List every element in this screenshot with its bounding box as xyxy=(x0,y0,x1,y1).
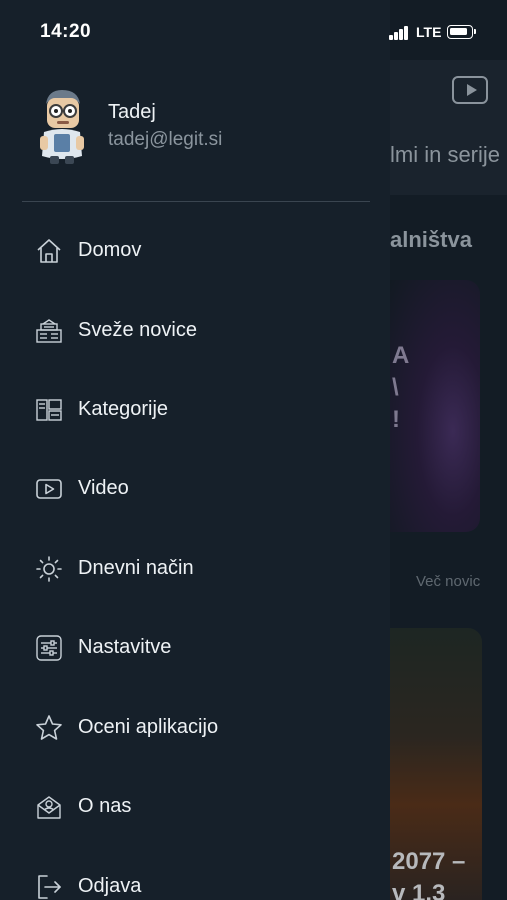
navigation-drawer: Tadej tadej@legit.si Domov Sveže novice … xyxy=(0,0,390,900)
sun-icon xyxy=(34,554,64,584)
menu-item-kategorije[interactable]: Kategorije xyxy=(0,371,390,447)
menu-item-oceni-aplikacijo[interactable]: Oceni aplikacijo xyxy=(0,689,390,765)
status-time: 14:20 xyxy=(40,21,92,42)
menu-item-odjava[interactable]: Odjava xyxy=(0,848,390,900)
star-icon xyxy=(34,713,64,743)
menu-item-label: Nastavitve xyxy=(78,636,172,658)
video-icon xyxy=(34,474,64,504)
background-header-text: lmi in serije xyxy=(390,142,501,167)
settings-sliders-icon xyxy=(34,633,64,663)
profile-email: tadej@legit.si xyxy=(108,129,223,150)
signal-icon xyxy=(389,26,409,40)
more-news-link[interactable]: Več novic xyxy=(416,573,480,590)
menu-item-label: Oceni aplikacijo xyxy=(78,716,219,738)
status-bar: 14:20 LTE xyxy=(0,0,507,60)
menu-item-label: Kategorije xyxy=(78,398,169,420)
logout-icon xyxy=(34,872,64,900)
about-mail-icon xyxy=(34,792,64,822)
divider xyxy=(22,201,370,202)
menu-item-video[interactable]: Video xyxy=(0,450,390,526)
categories-icon xyxy=(34,395,64,425)
menu-item-label: Domov xyxy=(78,239,142,261)
menu-item-label: O nas xyxy=(78,795,132,817)
newspaper-icon xyxy=(34,316,64,346)
menu-item-nastavitve[interactable]: Nastavitve xyxy=(0,609,390,685)
profile-header[interactable]: Tadej tadej@legit.si xyxy=(0,80,390,190)
home-icon xyxy=(34,236,64,266)
background-news-card-text: A \ ! xyxy=(392,342,410,433)
play-icon[interactable] xyxy=(452,76,488,104)
menu-item-sveze-novice[interactable]: Sveže novice xyxy=(0,292,390,368)
menu-item-dnevni-nacin[interactable]: Dnevni način xyxy=(0,530,390,606)
menu-item-o-nas[interactable]: O nas xyxy=(0,768,390,844)
menu-item-label: Video xyxy=(78,477,129,499)
network-type: LTE xyxy=(416,24,442,40)
menu-item-label: Dnevni način xyxy=(78,557,194,579)
background-section-title: alništva xyxy=(390,227,472,252)
background-header xyxy=(390,60,507,195)
menu-item-label: Odjava xyxy=(78,875,142,897)
avatar xyxy=(36,86,88,166)
background-article-card-text: 2077 – v 1.3 xyxy=(392,848,466,900)
battery-icon xyxy=(447,25,476,39)
menu-item-label: Sveže novice xyxy=(78,319,197,341)
profile-name: Tadej xyxy=(108,101,156,123)
menu-item-domov[interactable]: Domov xyxy=(0,212,390,288)
